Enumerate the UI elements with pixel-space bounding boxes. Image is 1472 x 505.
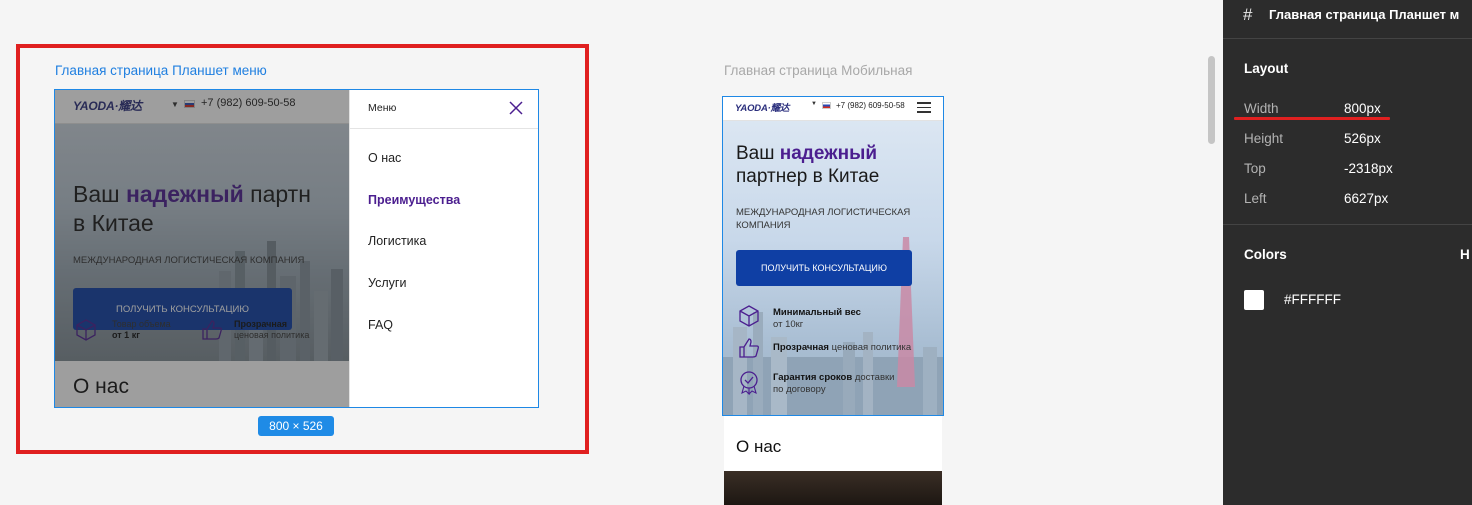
warehouse-photo xyxy=(724,471,942,505)
fill-color-hex[interactable]: #FFFFFF xyxy=(1284,292,1341,307)
colors-column-header: H xyxy=(1460,247,1470,262)
menu-backdrop-overlay[interactable] xyxy=(55,90,349,407)
width-value[interactable]: 800px xyxy=(1344,101,1381,116)
height-value[interactable]: 526px xyxy=(1344,131,1381,146)
close-icon[interactable] xyxy=(509,101,523,115)
award-badge-icon xyxy=(740,371,758,395)
mobile-feature-weight: Минимальный вес от 10кг xyxy=(773,307,861,330)
menu-item-services[interactable]: Услуги xyxy=(368,276,406,290)
panel-divider xyxy=(1223,38,1472,39)
box-icon xyxy=(739,305,759,327)
tablet-frame[interactable]: Ваш надежный партн в Китае МЕЖДУНАРОДНАЯ… xyxy=(54,89,539,408)
top-value[interactable]: -2318px xyxy=(1344,161,1393,176)
inspector-panel: # Главная страница Планшет м Layout Widt… xyxy=(1223,0,1472,505)
frame-hash-icon: # xyxy=(1243,5,1253,24)
mobile-frame-title[interactable]: Главная страница Мобильная xyxy=(724,63,912,78)
mobile-consultation-button[interactable]: ПОЛУЧИТЬ КОНСУЛЬТАЦИЮ xyxy=(736,250,912,286)
mobile-hero: Ваш надежный партнер в Китае МЕЖДУНАРОДН… xyxy=(723,121,943,415)
side-menu: Меню О нас Преимущества Логистика Услуги… xyxy=(349,90,538,407)
inspector-frame-title: Главная страница Планшет м xyxy=(1269,7,1460,22)
menu-divider xyxy=(350,128,538,129)
hamburger-menu-icon[interactable] xyxy=(917,102,931,113)
logo[interactable]: YAODA·耀达 xyxy=(735,100,789,114)
colors-heading: Colors xyxy=(1244,247,1287,262)
mobile-feature-pricing: Прозрачная ценовая политика xyxy=(773,342,912,353)
mobile-about-section: О нас xyxy=(724,416,942,505)
russia-flag-icon xyxy=(822,102,831,109)
frame-size-badge: 800 × 526 xyxy=(258,416,334,436)
red-underline-annotation xyxy=(1234,117,1390,120)
mobile-frame[interactable]: Ваш надежный партнер в Китае МЕЖДУНАРОДН… xyxy=(722,96,944,416)
chevron-down-icon[interactable]: ▼ xyxy=(811,101,817,107)
menu-label: Меню xyxy=(368,102,397,114)
left-value[interactable]: 6627px xyxy=(1344,191,1388,206)
mobile-hero-headline: Ваш надежный партнер в Китае xyxy=(736,143,880,187)
fill-color-swatch[interactable] xyxy=(1244,290,1264,310)
left-label: Left xyxy=(1244,191,1267,206)
mobile-header: YAODA·耀达 ▼ +7 (982) 609-50-58 xyxy=(723,97,943,121)
mobile-feature-guarantee: Гарантия сроков доставки по договору xyxy=(773,372,895,395)
tablet-frame-title[interactable]: Главная страница Планшет меню xyxy=(55,63,267,78)
menu-item-advantages[interactable]: Преимущества xyxy=(368,193,460,207)
height-label: Height xyxy=(1244,131,1284,146)
panel-divider xyxy=(1223,224,1472,225)
thumbs-up-icon xyxy=(739,338,759,358)
top-label: Top xyxy=(1244,161,1266,176)
mobile-hero-subtitle: МЕЖДУНАРОДНАЯ ЛОГИСТИЧЕСКАЯ КОМПАНИЯ xyxy=(736,207,911,231)
layout-heading: Layout xyxy=(1244,61,1289,76)
menu-item-logistics[interactable]: Логистика xyxy=(368,234,426,248)
canvas-scrollbar[interactable] xyxy=(1208,56,1215,144)
mobile-about-title: О нас xyxy=(736,437,782,456)
width-label: Width xyxy=(1244,101,1279,116)
menu-item-about[interactable]: О нас xyxy=(368,151,401,165)
phone-number[interactable]: +7 (982) 609-50-58 xyxy=(836,101,905,110)
menu-item-faq[interactable]: FAQ xyxy=(368,318,393,332)
design-canvas[interactable]: Главная страница Планшет меню Главная ст… xyxy=(0,0,1223,505)
